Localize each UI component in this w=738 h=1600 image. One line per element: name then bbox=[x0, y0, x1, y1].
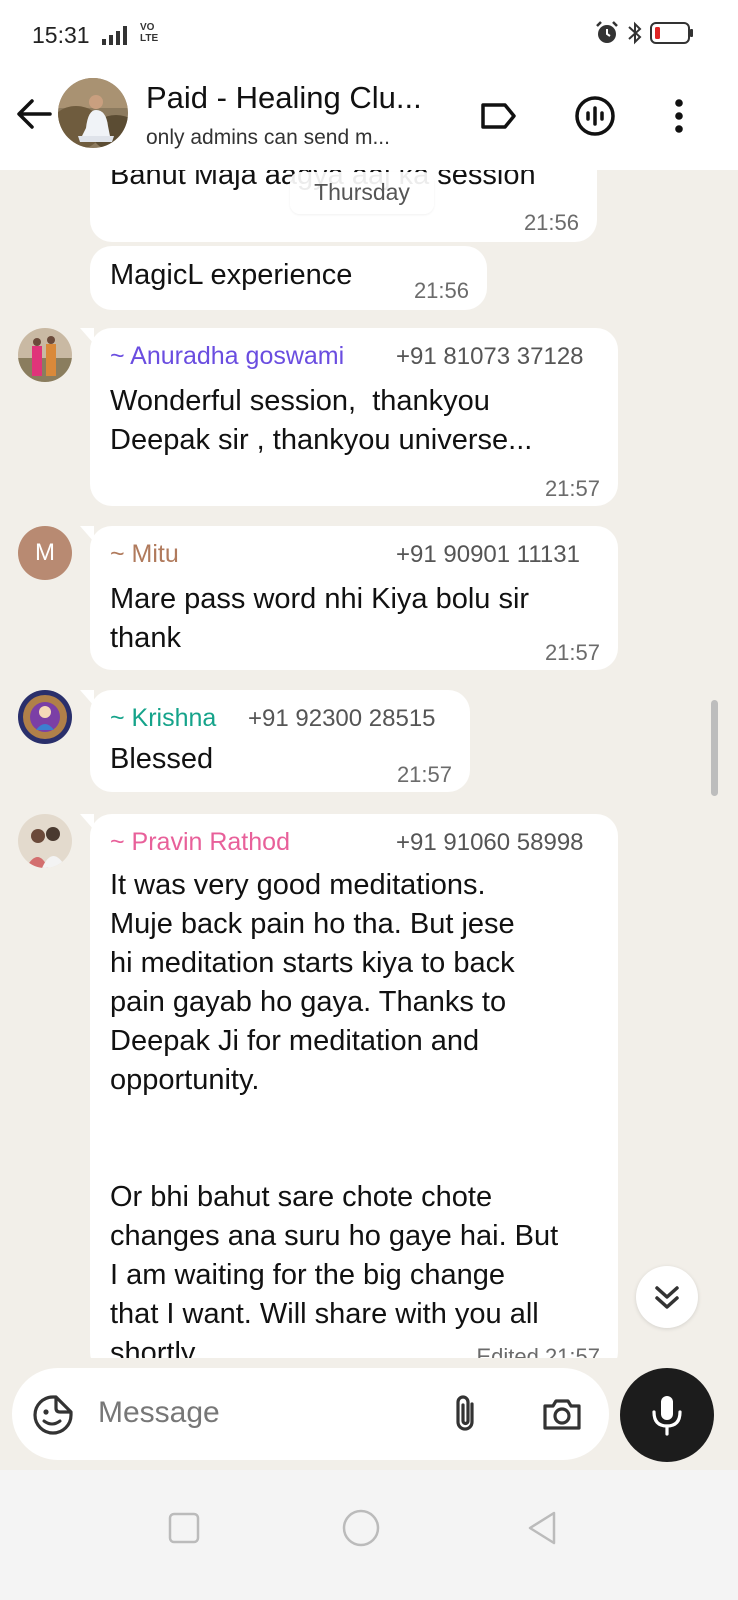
message-text: Wonderful session, thankyou Deepak sir ,… bbox=[110, 385, 533, 456]
status-right bbox=[594, 20, 694, 46]
message-input[interactable]: Message bbox=[98, 1396, 220, 1430]
more-options-icon[interactable] bbox=[657, 94, 701, 138]
sticker-icon[interactable] bbox=[32, 1394, 74, 1436]
message-bubble[interactable]: MagicL experience 21:56 bbox=[90, 246, 487, 310]
group-subtitle[interactable]: only admins can send m... bbox=[146, 126, 390, 150]
message-time: 21:57 bbox=[396, 762, 452, 787]
message-time: 21:57 bbox=[544, 476, 600, 501]
voice-chat-icon[interactable] bbox=[573, 94, 617, 138]
scrollbar-thumb[interactable] bbox=[711, 700, 718, 796]
sender-avatar[interactable] bbox=[18, 690, 72, 744]
message-bubble[interactable]: ~ Krishna +91 92300 28515 Blessed 21:57 bbox=[80, 690, 470, 792]
label-tag-icon[interactable] bbox=[476, 94, 520, 138]
alarm-icon bbox=[596, 21, 618, 43]
sender-phone[interactable]: +91 92300 28515 bbox=[248, 705, 436, 733]
sender-name[interactable]: ~ Krishna bbox=[110, 704, 216, 733]
voice-record-button[interactable] bbox=[620, 1368, 714, 1462]
recent-apps-icon[interactable] bbox=[164, 1508, 204, 1548]
back-nav-icon[interactable] bbox=[522, 1508, 562, 1548]
volte-label: VO LTE bbox=[140, 22, 159, 44]
message-bubble[interactable]: ~ Mitu +91 90901 11131 Mare pass word nh… bbox=[80, 526, 618, 670]
message-text: Mare pass word nhi Kiya bolu sir thank bbox=[110, 583, 530, 654]
home-icon[interactable] bbox=[341, 1508, 381, 1548]
sender-avatar[interactable] bbox=[18, 814, 72, 868]
sender-phone[interactable]: +91 81073 37128 bbox=[396, 343, 584, 371]
avatar-letter: M bbox=[35, 539, 55, 566]
double-chevron-down-icon bbox=[655, 1286, 679, 1309]
battery-icon bbox=[650, 22, 693, 44]
microphone-icon bbox=[652, 1396, 682, 1436]
sender-avatar[interactable]: M bbox=[18, 526, 72, 580]
status-time: 15:31 bbox=[32, 22, 90, 48]
status-bar: 15:31 VO LTE bbox=[0, 0, 738, 70]
scroll-to-bottom-button[interactable] bbox=[636, 1266, 698, 1328]
system-nav-bar bbox=[0, 1470, 738, 1600]
attach-icon[interactable] bbox=[444, 1392, 488, 1436]
group-title[interactable]: Paid - Healing Clu... bbox=[146, 80, 422, 116]
message-text: Blessed bbox=[110, 743, 214, 775]
message-time: 21:56 bbox=[413, 278, 469, 303]
sender-name[interactable]: ~ Anuradha goswami bbox=[110, 342, 344, 371]
sender-name[interactable]: ~ Mitu bbox=[110, 540, 179, 569]
back-arrow-icon[interactable] bbox=[14, 92, 58, 136]
message-time: 21:57 bbox=[544, 640, 600, 665]
message-time: 21:56 bbox=[523, 210, 579, 235]
message-text: It was very good meditations. Muje back … bbox=[110, 869, 559, 1369]
date-divider: Thursday bbox=[290, 172, 434, 214]
sender-phone[interactable]: +91 91060 58998 bbox=[396, 829, 584, 857]
bluetooth-icon bbox=[628, 21, 642, 45]
message-bubble[interactable]: ~ Anuradha goswami +91 81073 37128 Wonde… bbox=[80, 328, 618, 506]
sender-phone[interactable]: +91 90901 11131 bbox=[396, 541, 580, 569]
message-text: MagicL experience bbox=[110, 259, 353, 291]
sender-name[interactable]: ~ Pravin Rathod bbox=[110, 828, 290, 857]
chat-header-overlay: Paid - Healing Clu... only admins can se… bbox=[0, 70, 738, 170]
signal-icon bbox=[102, 26, 127, 45]
camera-icon[interactable] bbox=[540, 1392, 584, 1436]
group-avatar[interactable] bbox=[58, 78, 128, 148]
sender-avatar[interactable] bbox=[18, 328, 72, 382]
message-bubble[interactable]: ~ Pravin Rathod +91 91060 58998 It was v… bbox=[80, 814, 618, 1374]
message-composer: Message bbox=[12, 1368, 609, 1460]
